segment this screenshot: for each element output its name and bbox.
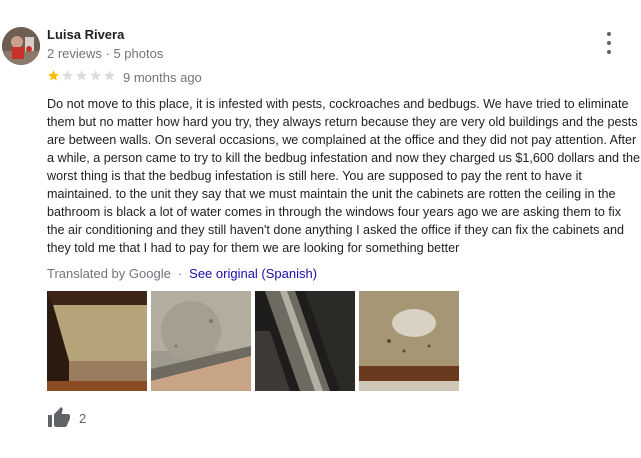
like-count: 2 (79, 410, 87, 426)
thumbs-up-icon[interactable] (47, 406, 71, 430)
star-filled-icon (48, 70, 59, 81)
review-age: 9 months ago (123, 70, 202, 85)
reviewer-name[interactable]: Luisa Rivera (47, 27, 124, 42)
like-row: 2 (47, 406, 86, 430)
see-original-link[interactable]: See original (Spanish) (189, 266, 317, 281)
more-options-icon[interactable] (600, 32, 618, 54)
star-rating (47, 69, 116, 82)
review-photo-2[interactable] (151, 291, 251, 391)
star-empty-icon (104, 70, 115, 81)
separator: · (177, 266, 183, 281)
review-photo-4[interactable] (359, 291, 459, 391)
star-empty-icon (90, 70, 101, 81)
reviewer-avatar[interactable] (2, 27, 40, 65)
translated-label: Translated by Google (47, 266, 171, 281)
star-empty-icon (62, 70, 73, 81)
review-text: Do not move to this place, it is infeste… (47, 97, 640, 255)
review-photos (47, 291, 459, 391)
review-photo-1[interactable] (47, 291, 147, 391)
star-empty-icon (76, 70, 87, 81)
review-photo-3[interactable] (255, 291, 355, 391)
reviewer-meta: 2 reviews · 5 photos (47, 46, 164, 61)
translation-bar: Translated by Google · See original (Spa… (47, 266, 317, 281)
